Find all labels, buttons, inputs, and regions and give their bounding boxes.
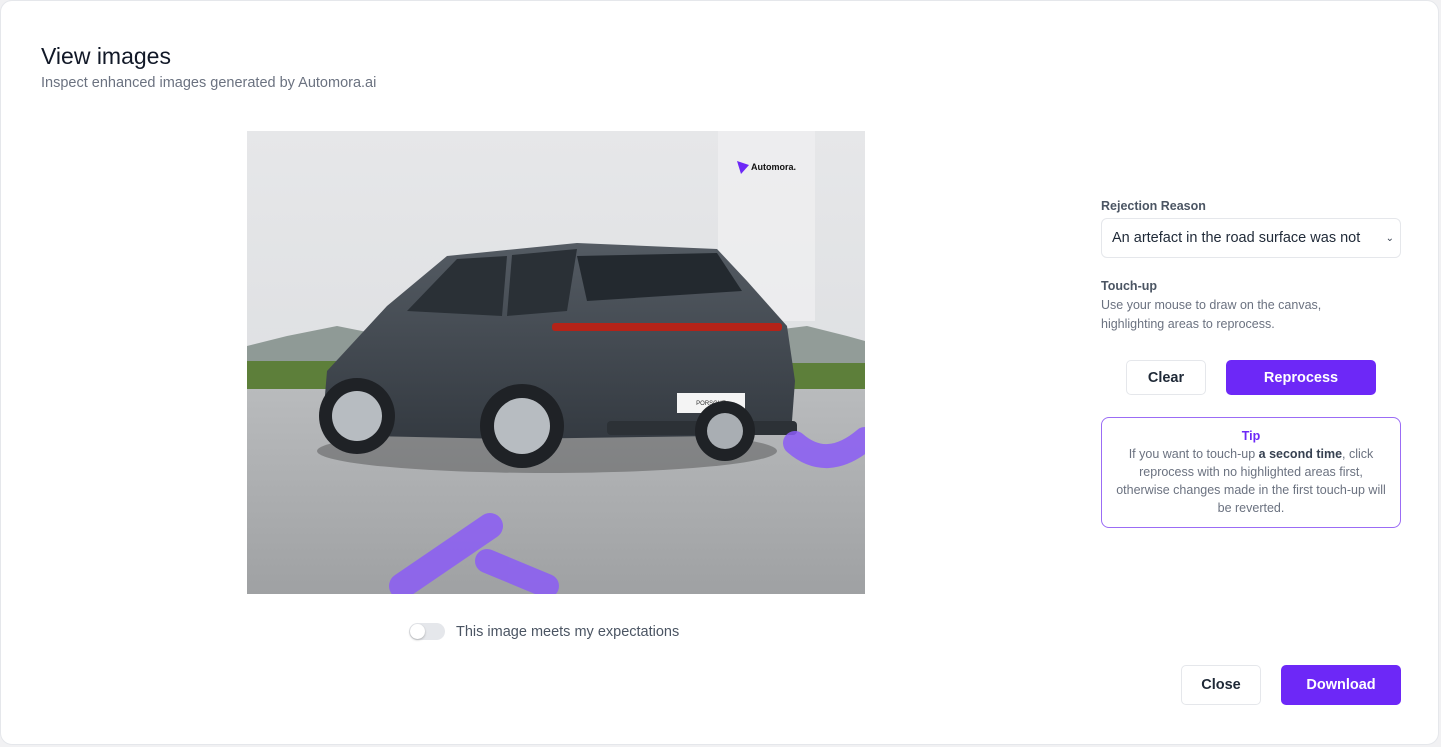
tip-text-before: If you want to touch-up [1128,447,1259,461]
toggle-knob [410,624,425,639]
page-title: View images [41,43,171,69]
tip-text-emphasis: a second time [1258,447,1343,461]
tip-box: Tip If you want to touch-up a second tim… [1101,417,1401,528]
car-image: PORSCHE Automora. [247,131,865,594]
expectations-toggle-label: This image meets my expectations [456,623,680,640]
tip-title: Tip [1241,429,1261,443]
reprocess-button[interactable]: Reprocess [1226,360,1376,395]
close-button[interactable]: Close [1181,665,1261,705]
rejection-reason-label: Rejection Reason [1101,199,1206,213]
touchup-actions: Clear Reprocess [1101,360,1401,395]
expectations-toggle[interactable] [409,623,445,640]
tip-body: If you want to touch-up a second time, c… [1114,445,1388,517]
touchup-title: Touch-up [1101,279,1157,293]
rejection-reason-value: An artefact in the road surface was not [1112,230,1361,246]
watermark-text: Automora. [751,162,796,172]
chevron-down-icon: ⌄ [1385,232,1394,244]
page-subtitle: Inspect enhanced images generated by Aut… [41,75,377,91]
rejection-reason-select[interactable]: An artefact in the road surface was not … [1101,218,1401,258]
clear-button[interactable]: Clear [1126,360,1206,395]
enhanced-image-canvas[interactable]: PORSCHE Automora. [247,131,865,594]
side-panel: Rejection Reason An artefact in the road… [1101,199,1401,528]
view-images-modal: View images Inspect enhanced images gene… [0,0,1439,745]
download-button[interactable]: Download [1281,665,1401,705]
touchup-description: Use your mouse to draw on the canvas, hi… [1101,298,1322,331]
expectations-toggle-row: This image meets my expectations [409,623,679,640]
